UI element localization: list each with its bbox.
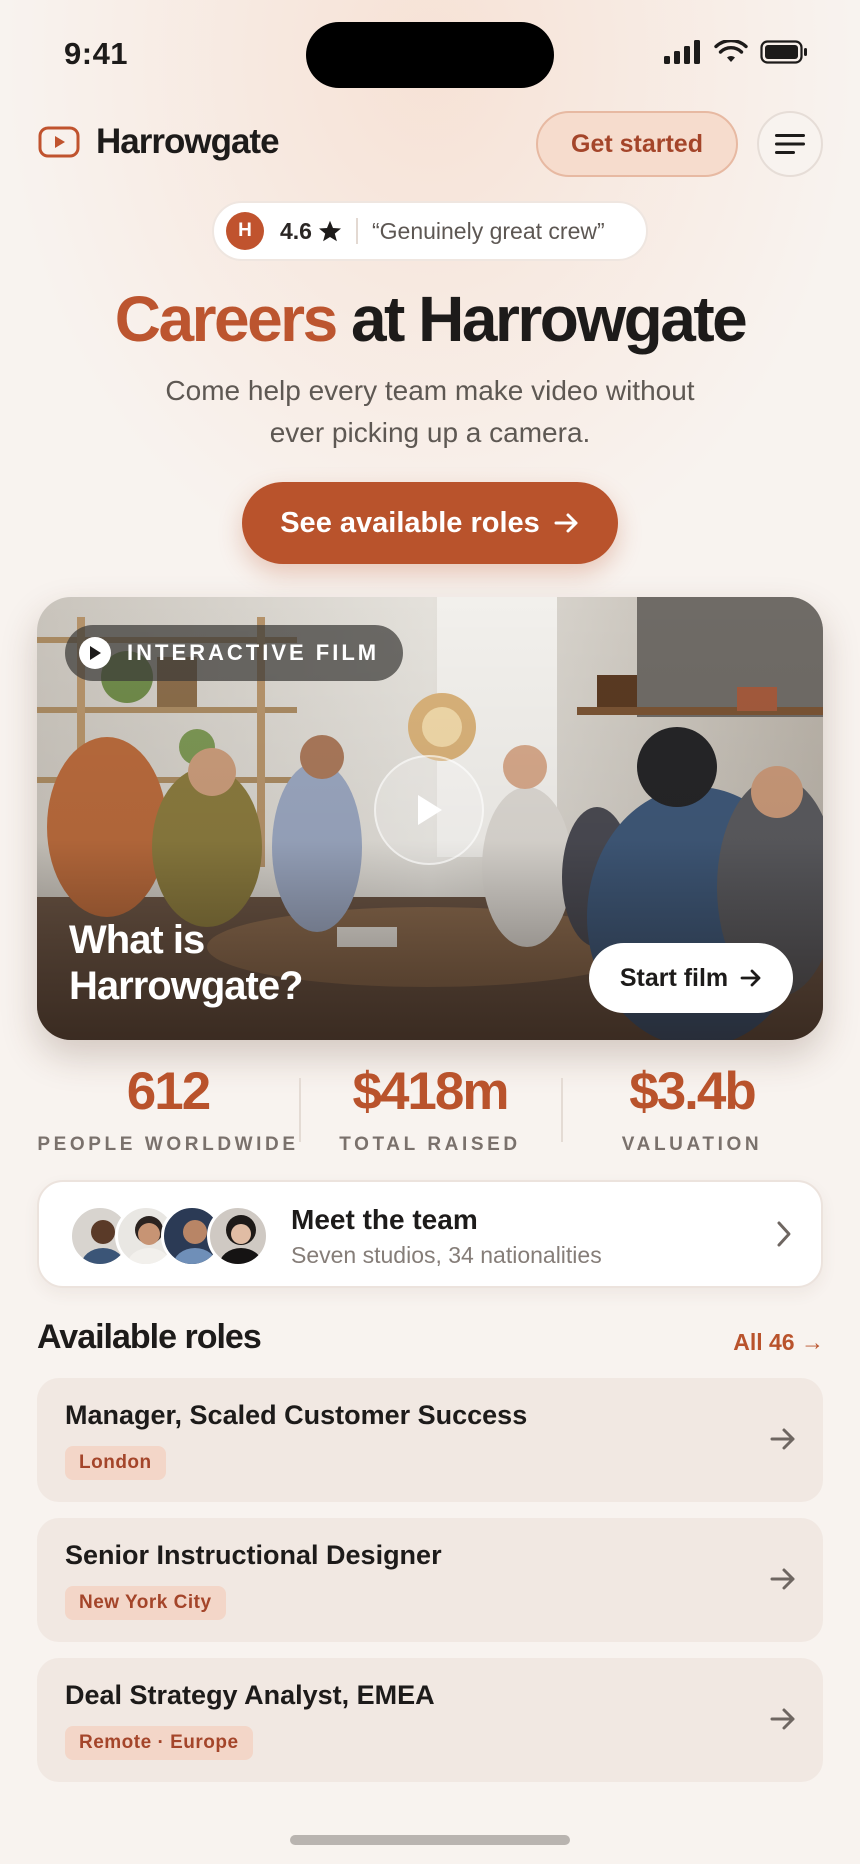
rating-avatar: H: [226, 212, 264, 250]
avatar: [207, 1205, 269, 1267]
chevron-right-icon: [777, 1221, 791, 1247]
rating-divider: [355, 218, 358, 244]
rating-score: 4.6: [280, 217, 312, 244]
dynamic-island: [306, 22, 554, 88]
start-film-label: Start film: [619, 963, 729, 992]
home-indicator[interactable]: [290, 1835, 570, 1845]
badge-play-icon: [79, 637, 111, 669]
arrow-right-icon: [770, 1568, 795, 1590]
start-film-button[interactable]: Start film: [589, 943, 793, 1013]
role-location-tag: Remote · Europe: [65, 1726, 253, 1760]
logo-wordmark: Harrowgate: [96, 122, 280, 161]
rating-pill[interactable]: H 4.6 “Genuinely great crew”: [212, 201, 648, 261]
role-location-tag: New York City: [65, 1586, 226, 1620]
stat-label: PEOPLE WORLDWIDE: [37, 1134, 299, 1155]
menu-icon: [775, 134, 805, 154]
app-header: Harrowgate Get started: [0, 108, 860, 178]
logo-play-icon: [38, 126, 80, 158]
film-badge-label: INTERACTIVE FILM: [127, 640, 380, 665]
role-card[interactable]: Deal Strategy Analyst, EMEA Remote · Eur…: [37, 1658, 823, 1782]
play-icon: [418, 795, 442, 825]
arrow-right-icon: [554, 513, 578, 533]
signal-icon: [664, 40, 700, 64]
status-bar: 9:41: [0, 0, 860, 100]
hero-title-accent: Careers: [114, 283, 338, 355]
star-icon: [318, 220, 341, 242]
stat-valuation: $3.4b VALUATION: [561, 1060, 823, 1156]
role-card[interactable]: Manager, Scaled Customer Success London: [37, 1378, 823, 1502]
stat-label: TOTAL RAISED: [339, 1134, 521, 1155]
team-subtitle: Seven studios, 34 nationalities: [291, 1242, 602, 1268]
status-icons: [664, 40, 808, 64]
film-play-button[interactable]: [374, 755, 484, 865]
role-card[interactable]: Senior Instructional Designer New York C…: [37, 1518, 823, 1642]
company-stats: 612 PEOPLE WORLDWIDE $418m TOTAL RAISED …: [37, 1060, 823, 1170]
all-roles-link[interactable]: All 46 →: [733, 1329, 824, 1356]
hero-title-rest: at Harrowgate: [350, 283, 748, 355]
battery-icon: [760, 40, 807, 64]
wifi-icon: [714, 40, 748, 62]
get-started-button[interactable]: Get started: [536, 111, 738, 177]
stat-label: VALUATION: [621, 1134, 763, 1155]
stat-value: 612: [126, 1062, 211, 1121]
role-location-tag: London: [65, 1446, 166, 1480]
see-roles-button[interactable]: See available roles: [242, 482, 618, 564]
film-badge: INTERACTIVE FILM: [65, 625, 404, 681]
arrow-right-icon: [740, 969, 761, 987]
team-title: Meet the team: [291, 1204, 478, 1235]
role-title: Manager, Scaled Customer Success: [65, 1400, 528, 1430]
arrow-right-icon: [770, 1708, 795, 1730]
role-title: Senior Instructional Designer: [65, 1540, 442, 1570]
interactive-film-card[interactable]: INTERACTIVE FILM What is Harrowgate? Sta…: [37, 597, 823, 1040]
status-time: 9:41: [64, 36, 129, 71]
menu-button[interactable]: [757, 111, 823, 177]
stat-people: 612 PEOPLE WORLDWIDE: [37, 1060, 299, 1156]
stat-value: $3.4b: [629, 1062, 757, 1121]
hero-subtitle: Come help every team make video without …: [165, 375, 695, 448]
roles-heading: Available roles: [37, 1318, 262, 1356]
hero-title: Careers at Harrowgate: [0, 282, 860, 356]
stat-raised: $418m TOTAL RAISED: [299, 1060, 561, 1156]
team-avatars: [69, 1205, 269, 1267]
stat-value: $418m: [352, 1062, 509, 1121]
role-title: Deal Strategy Analyst, EMEA: [65, 1680, 435, 1710]
see-roles-label: See available roles: [280, 506, 540, 539]
film-title: What is Harrowgate?: [69, 918, 304, 1008]
arrow-right-icon: [770, 1428, 795, 1450]
meet-team-card[interactable]: Meet the team Seven studios, 34 national…: [37, 1180, 823, 1288]
rating-quote: “Genuinely great crew”: [371, 217, 605, 244]
